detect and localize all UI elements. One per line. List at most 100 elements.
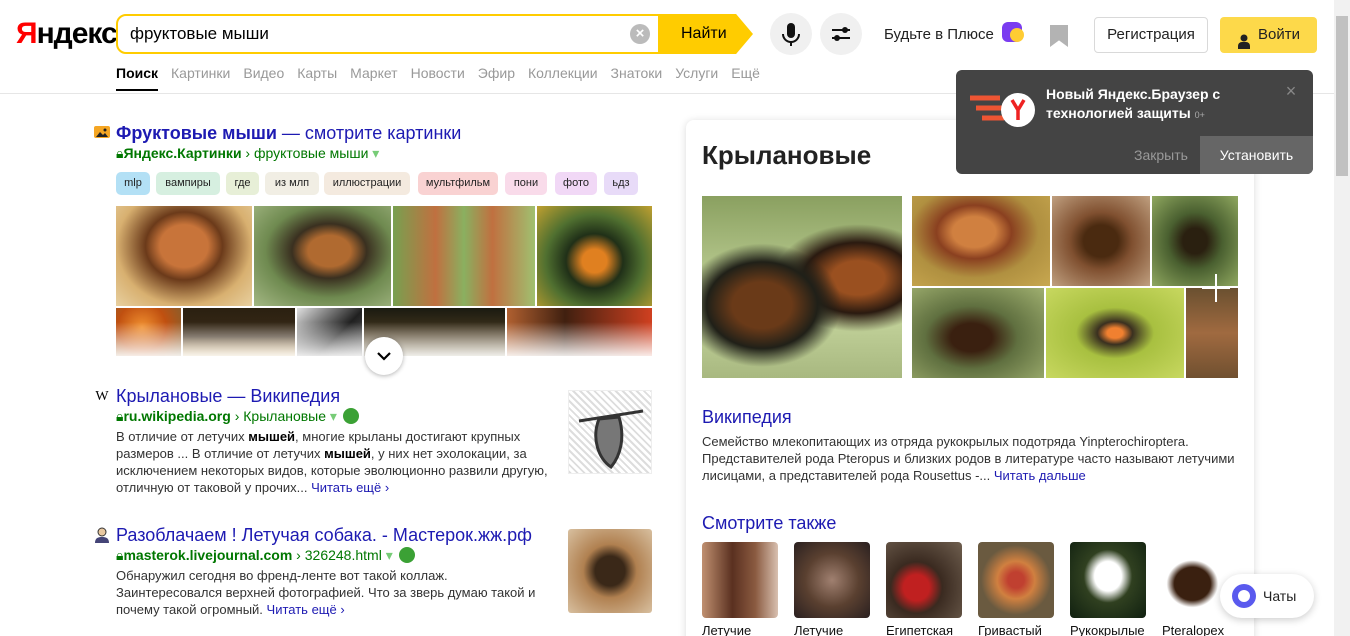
tab-images[interactable]: Картинки	[171, 65, 230, 81]
see-also-label[interactable]: Летучие	[794, 623, 843, 636]
tab-video[interactable]: Видео	[243, 65, 284, 81]
wiki-description: Семейство млекопитающих из отряда рукокр…	[702, 433, 1238, 484]
panel-image[interactable]	[912, 288, 1044, 378]
snippet-highlight: мышей	[324, 446, 371, 461]
see-also-image[interactable]	[886, 542, 962, 618]
see-also-label[interactable]: Рукокрылые	[1070, 623, 1145, 636]
search-settings-button[interactable]	[820, 13, 862, 55]
age-badge: 0+	[1194, 110, 1205, 120]
search-input[interactable]: фруктовые мыши	[130, 16, 269, 52]
result-snippet: В отличие от летучих мышей, многие крыла…	[116, 428, 556, 496]
chevron-down-icon[interactable]: ▾	[330, 408, 337, 424]
install-button[interactable]: Установить	[1200, 136, 1313, 174]
tag-chip[interactable]: иллюстрации	[324, 172, 410, 195]
tag-chip[interactable]: вампиры	[156, 172, 220, 195]
chevron-down-icon	[377, 352, 391, 361]
see-also-image[interactable]	[794, 542, 870, 618]
url-path: фруктовые мыши	[254, 145, 369, 161]
yandex-logo[interactable]: Яндекс	[16, 16, 118, 52]
search-box[interactable]: фруктовые мыши ×	[116, 14, 660, 54]
search-button[interactable]: Найти	[659, 14, 753, 54]
tag-chip[interactable]: ьдз	[604, 172, 638, 195]
tab-maps[interactable]: Карты	[297, 65, 337, 81]
panel-image[interactable]	[912, 196, 1050, 286]
tag-chip[interactable]: мультфильм	[418, 172, 498, 195]
panel-title: Крылановые	[702, 140, 872, 170]
sliders-icon	[832, 27, 850, 41]
logo-rest: ндекс	[36, 17, 118, 50]
see-also-image[interactable]	[978, 542, 1054, 618]
images-result-url[interactable]: 🔒︎Яндекс.Картинки › фруктовые мыши ▾	[116, 144, 379, 162]
url-domain: Яндекс.Картинки	[123, 145, 242, 161]
panel-image[interactable]	[1152, 196, 1238, 286]
result-thumbnail[interactable]	[568, 529, 652, 613]
tag-chip[interactable]: mlp	[116, 172, 150, 195]
bookmark-icon[interactable]	[1050, 25, 1068, 47]
url-path: 326248.html	[304, 547, 382, 563]
tab-znatoki[interactable]: Знатоки	[611, 65, 663, 81]
bat-image[interactable]	[116, 206, 252, 306]
yandex-browser-icon	[970, 93, 1035, 127]
tab-more[interactable]: Ещё	[731, 65, 760, 81]
tag-chip[interactable]: из млп	[265, 172, 319, 195]
wikipedia-icon: W	[95, 389, 109, 404]
scrollbar-thumb[interactable]	[1336, 16, 1348, 176]
result-url[interactable]: 🔒︎ru.wikipedia.org › Крылановые ▾	[116, 407, 359, 425]
voice-search-button[interactable]	[770, 13, 812, 55]
plus-promo-link[interactable]: Будьте в Плюсе	[884, 25, 994, 45]
tag-chip[interactable]: пони	[505, 172, 547, 195]
see-also-image[interactable]	[1070, 542, 1146, 618]
result-thumbnail[interactable]	[568, 390, 652, 474]
bat-image[interactable]	[254, 206, 391, 306]
toast-close-button[interactable]: Закрыть	[1126, 141, 1196, 169]
register-button[interactable]: Регистрация	[1094, 17, 1208, 53]
chevron-down-icon[interactable]: ▾	[386, 547, 393, 563]
read-more-label: Читать ещё	[266, 602, 337, 617]
result-title[interactable]: Разоблачаем ! Летучая собака. - Мастерок…	[116, 524, 532, 546]
read-more-link[interactable]: Читать ещё ›	[267, 602, 345, 617]
read-further-link[interactable]: Читать дальше	[994, 468, 1086, 483]
panel-image[interactable]	[1046, 288, 1184, 378]
url-path: Крылановые	[243, 408, 327, 424]
panel-main-image[interactable]	[702, 196, 902, 378]
bat-image[interactable]	[393, 206, 535, 306]
chats-label: Чаты	[1263, 588, 1297, 604]
see-also-label[interactable]: Гривастый	[978, 623, 1042, 636]
crosshair-cursor-icon	[1202, 274, 1230, 302]
see-also-label[interactable]: Летучие	[702, 623, 751, 636]
see-also-label[interactable]: Pteralopex	[1162, 623, 1224, 636]
tag-chip[interactable]: где	[226, 172, 259, 195]
see-also-image[interactable]	[702, 542, 778, 618]
images-result-icon	[94, 126, 110, 138]
tag-chip[interactable]: фото	[555, 172, 597, 195]
author-avatar-icon	[94, 527, 110, 543]
expand-images-button[interactable]	[365, 337, 403, 375]
result-snippet: Обнаружил сегодня во френд-ленте вот так…	[116, 567, 556, 618]
panel-image[interactable]	[1052, 196, 1150, 286]
tab-efir[interactable]: Эфир	[478, 65, 515, 81]
images-result-title[interactable]: Фруктовые мыши — смотрите картинки	[116, 122, 461, 144]
yandex-plus-icon[interactable]	[1002, 22, 1024, 42]
chats-button[interactable]: Чаты	[1220, 574, 1314, 618]
result-title[interactable]: Крылановые — Википедия	[116, 385, 340, 407]
login-button[interactable]: Войти	[1220, 17, 1317, 53]
read-more-link[interactable]: Читать ещё ›	[311, 480, 389, 495]
snippet-highlight: мышей	[248, 429, 296, 444]
tab-search[interactable]: Поиск	[116, 65, 159, 91]
tab-news[interactable]: Новости	[411, 65, 465, 81]
clear-search-icon[interactable]: ×	[630, 24, 650, 44]
tab-services[interactable]: Услуги	[675, 65, 718, 81]
wikipedia-link[interactable]: Википедия	[702, 406, 792, 428]
see-also-label[interactable]: Египетская	[886, 623, 953, 636]
url-domain: masterok.livejournal.com	[123, 547, 293, 563]
tab-market[interactable]: Маркет	[350, 65, 397, 81]
search-tabs: Поиск Картинки Видео Карты Маркет Новости Эфир…	[116, 65, 773, 95]
tab-collections[interactable]: Коллекции	[528, 65, 598, 81]
chat-icon	[1232, 584, 1256, 608]
result-url[interactable]: 🔒︎masterok.livejournal.com › 326248.html…	[116, 546, 415, 564]
see-also-heading[interactable]: Смотрите также	[702, 512, 836, 534]
close-icon[interactable]: ×	[1282, 82, 1300, 100]
title-bold: Фруктовые мыши	[116, 123, 277, 143]
chevron-down-icon[interactable]: ▾	[372, 145, 379, 161]
bat-image[interactable]	[537, 206, 652, 306]
